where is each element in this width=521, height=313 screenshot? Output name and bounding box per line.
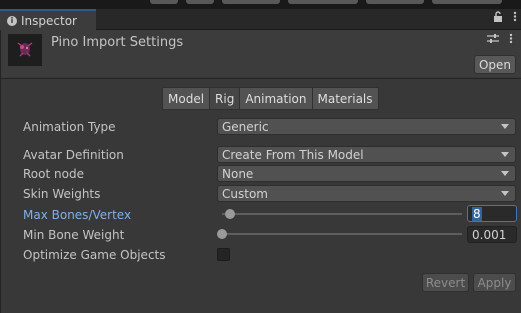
- dropdown-value: None: [222, 166, 254, 181]
- header-divider: [0, 78, 521, 79]
- lock-icon[interactable]: [493, 11, 503, 25]
- tab-bar: i Inspector: [0, 9, 521, 30]
- animation-type-dropdown[interactable]: Generic: [217, 118, 516, 135]
- min-bone-weight-label: Min Bone Weight: [23, 228, 125, 242]
- tab-rig[interactable]: Rig: [209, 87, 241, 110]
- info-icon: i: [7, 15, 17, 26]
- inspector-header: Pino Import Settings Open: [0, 30, 521, 77]
- dropdown-value: Generic: [222, 119, 269, 134]
- tab-label: Inspector: [21, 13, 77, 28]
- min-bone-weight-field[interactable]: 0.001: [467, 226, 517, 243]
- min-bone-weight-slider-knob[interactable]: [217, 229, 227, 239]
- asset-title: Pino Import Settings: [51, 35, 184, 50]
- asset-thumbnail: [8, 34, 42, 66]
- dropdown-value: Custom: [222, 186, 268, 201]
- apply-button[interactable]: Apply: [473, 273, 516, 292]
- toolbar-button[interactable]: [432, 0, 502, 4]
- toolbar-strip: [0, 0, 521, 9]
- max-bones-label: Max Bones/Vertex: [23, 208, 132, 222]
- optimize-game-objects-checkbox[interactable]: [217, 248, 230, 261]
- toolbar-button[interactable]: [222, 0, 280, 4]
- chevron-down-icon: [501, 171, 509, 176]
- tab-model[interactable]: Model: [162, 87, 211, 110]
- chevron-down-icon: [501, 152, 509, 157]
- field-value: 0.001: [472, 227, 507, 242]
- animation-type-label: Animation Type: [23, 120, 116, 134]
- dropdown-value: Create From This Model: [222, 147, 364, 162]
- import-subtabs: Model Rig Animation Materials: [162, 87, 379, 110]
- skin-weights-label: Skin Weights: [23, 187, 101, 201]
- settings-sliders-icon[interactable]: [487, 33, 499, 48]
- max-bones-slider-knob[interactable]: [225, 209, 235, 219]
- tab-inspector[interactable]: i Inspector: [0, 9, 96, 30]
- skin-weights-dropdown[interactable]: Custom: [217, 185, 516, 202]
- toolbar-button[interactable]: [366, 0, 424, 4]
- tab-materials[interactable]: Materials: [311, 87, 379, 110]
- field-value: 8: [472, 206, 482, 221]
- avatar-definition-label: Avatar Definition: [23, 148, 124, 162]
- tab-animation[interactable]: Animation: [239, 87, 313, 110]
- max-bones-slider-track[interactable]: [222, 213, 462, 215]
- toolbar-button[interactable]: [288, 0, 358, 4]
- kebab-menu-icon[interactable]: [509, 33, 513, 48]
- root-node-label: Root node: [23, 167, 84, 181]
- open-button[interactable]: Open: [474, 55, 516, 74]
- chevron-down-icon: [501, 124, 509, 129]
- revert-button[interactable]: Revert: [422, 273, 469, 292]
- panel-edge: [0, 30, 1, 313]
- toolbar-button[interactable]: [186, 0, 214, 4]
- min-bone-weight-slider-track[interactable]: [222, 233, 462, 235]
- optimize-game-objects-label: Optimize Game Objects: [23, 248, 166, 262]
- root-node-dropdown[interactable]: None: [217, 165, 516, 182]
- kebab-menu-icon[interactable]: [513, 11, 517, 25]
- chevron-down-icon: [501, 191, 509, 196]
- avatar-definition-dropdown[interactable]: Create From This Model: [217, 146, 516, 163]
- toolbar-button[interactable]: [150, 0, 178, 4]
- max-bones-field[interactable]: 8: [467, 205, 517, 222]
